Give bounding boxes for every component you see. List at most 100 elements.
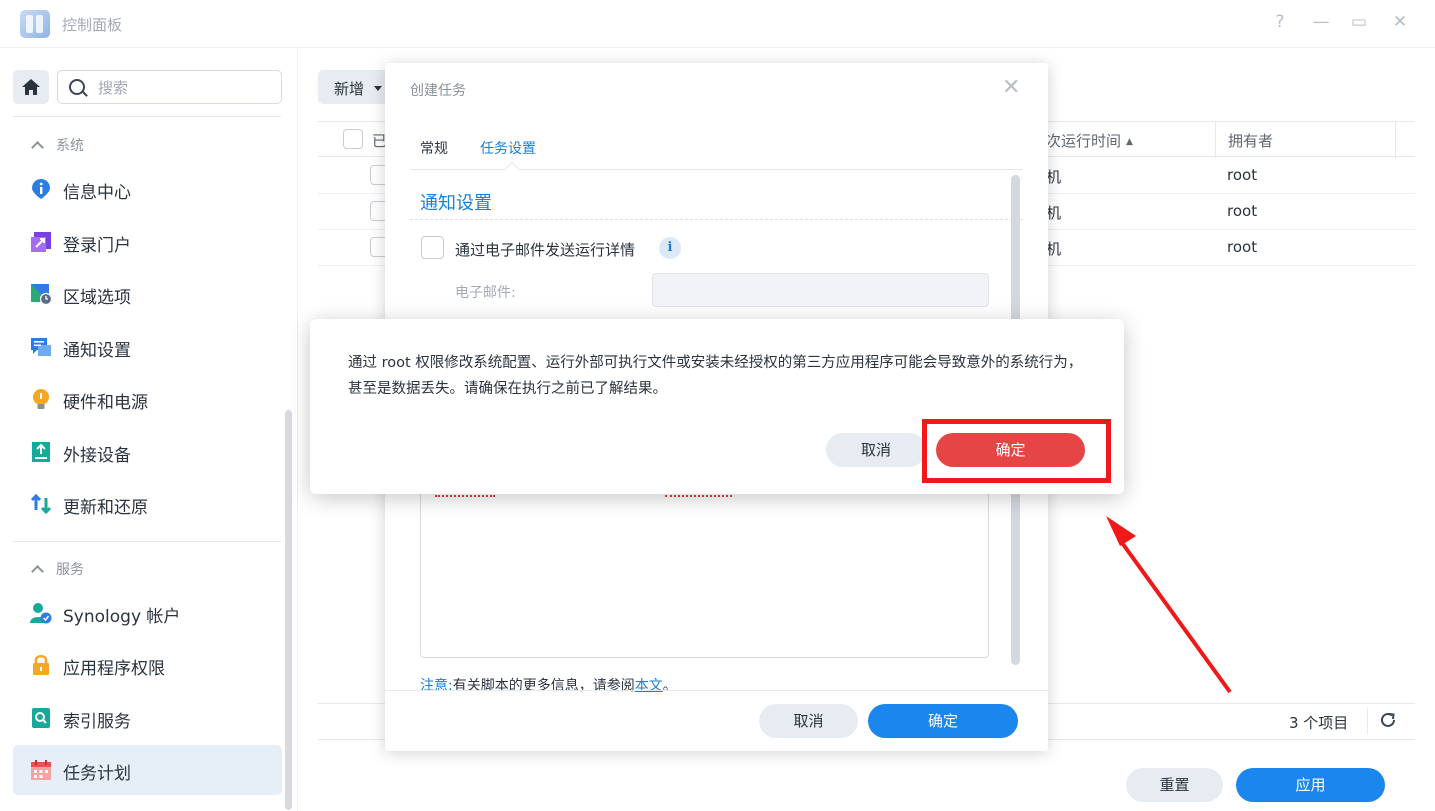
minimize-icon[interactable]: — bbox=[1310, 12, 1332, 32]
sidebar-item-label: 外接设备 bbox=[63, 446, 131, 466]
email-field[interactable] bbox=[652, 273, 989, 307]
column-owner[interactable]: 拥有者 bbox=[1228, 130, 1273, 151]
chevron-up-icon bbox=[31, 565, 44, 578]
section-title: 通知设置 bbox=[420, 193, 492, 214]
sidebar-item-label: 应用程序权限 bbox=[63, 659, 165, 679]
refresh-icon[interactable] bbox=[1379, 711, 1397, 729]
email-details-checkbox[interactable] bbox=[421, 236, 444, 259]
sidebar-item-hardware-power[interactable]: 硬件和电源 bbox=[13, 374, 282, 424]
note-prefix: 注意: bbox=[420, 678, 453, 694]
tab-underline bbox=[410, 169, 1023, 170]
info-icon[interactable]: i bbox=[659, 237, 681, 259]
external-devices-icon bbox=[32, 442, 50, 462]
column-divider bbox=[1215, 122, 1216, 158]
help-icon[interactable]: ? bbox=[1269, 12, 1291, 32]
sidebar-item-label: 通知设置 bbox=[63, 341, 131, 361]
owner-cell: root bbox=[1227, 238, 1258, 256]
next-run-cell: 机 bbox=[1046, 240, 1062, 258]
login-portal-icon bbox=[31, 232, 51, 252]
search-field[interactable] bbox=[57, 70, 282, 104]
divider bbox=[385, 690, 1048, 691]
window-titlebar: 控制面板 ? — ▭ ✕ bbox=[0, 0, 1435, 48]
hardware-power-icon bbox=[33, 389, 49, 409]
sort-asc-icon: ▲ bbox=[1126, 137, 1133, 147]
column-next-run-label: 次运行时间 bbox=[1046, 132, 1122, 150]
section-label: 服务 bbox=[56, 562, 84, 578]
chevron-up-icon bbox=[31, 141, 44, 154]
regional-options-icon bbox=[31, 284, 52, 305]
divider bbox=[13, 116, 281, 117]
app-privileges-icon bbox=[33, 655, 49, 675]
sidebar-item-label: 更新和还原 bbox=[63, 498, 148, 518]
tab-general[interactable]: 常规 bbox=[420, 138, 448, 158]
sidebar-item-app-privileges[interactable]: 应用程序权限 bbox=[13, 640, 282, 690]
update-restore-icon bbox=[30, 493, 52, 515]
script-textarea[interactable] bbox=[420, 478, 989, 658]
tab-task-settings[interactable]: 任务设置 bbox=[480, 138, 536, 158]
maximize-icon[interactable]: ▭ bbox=[1348, 12, 1370, 32]
sidebar-item-synology-account[interactable]: Synology 帐户 bbox=[13, 588, 282, 638]
sidebar-item-label: 任务计划 bbox=[63, 764, 131, 784]
section-system[interactable]: 系统 bbox=[31, 135, 84, 155]
section-services[interactable]: 服务 bbox=[31, 559, 84, 579]
cancel-button[interactable]: 取消 bbox=[759, 704, 858, 738]
indexing-service-icon bbox=[32, 708, 50, 728]
add-button[interactable]: 新增 bbox=[318, 70, 390, 104]
task-scheduler-icon bbox=[31, 760, 51, 780]
sidebar: 系统 信息中心 登录门户 区域选项 通知设置 硬件和电源 外接设备 更新和还原 … bbox=[0, 48, 298, 811]
add-button-label: 新增 bbox=[334, 80, 365, 98]
sidebar-item-indexing-service[interactable]: 索引服务 bbox=[13, 693, 282, 743]
synology-account-icon bbox=[30, 603, 52, 624]
divider bbox=[13, 541, 281, 542]
note-text: 有关脚本的更多信息，请参阅 bbox=[452, 678, 635, 694]
close-icon[interactable]: ✕ bbox=[1002, 75, 1020, 100]
sidebar-item-update-restore[interactable]: 更新和还原 bbox=[13, 479, 282, 529]
window-title: 控制面板 bbox=[62, 16, 123, 34]
reset-button[interactable]: 重置 bbox=[1126, 768, 1223, 802]
sidebar-item-external-devices[interactable]: 外接设备 bbox=[13, 427, 282, 477]
info-icon bbox=[32, 179, 50, 199]
ok-button[interactable]: 确定 bbox=[868, 704, 1018, 738]
script-note: 注意:有关脚本的更多信息，请参阅本文。 bbox=[420, 675, 677, 695]
sidebar-item-login-portal[interactable]: 登录门户 bbox=[13, 217, 282, 267]
annotation-highlight-box bbox=[922, 419, 1111, 483]
sidebar-item-task-scheduler[interactable]: 任务计划 bbox=[13, 745, 282, 795]
sidebar-item-label: 登录门户 bbox=[63, 236, 131, 256]
sidebar-item-label: 区域选项 bbox=[63, 288, 131, 308]
apply-button[interactable]: 应用 bbox=[1236, 768, 1385, 802]
owner-cell: root bbox=[1227, 202, 1258, 220]
tab-pointer bbox=[504, 161, 520, 177]
notification-icon bbox=[31, 338, 51, 356]
control-panel-icon bbox=[20, 10, 50, 38]
close-icon[interactable]: ✕ bbox=[1389, 12, 1411, 32]
sidebar-item-regional-options[interactable]: 区域选项 bbox=[13, 269, 282, 319]
search-icon bbox=[69, 79, 85, 95]
column-divider bbox=[1395, 122, 1396, 158]
next-run-cell: 机 bbox=[1046, 204, 1062, 222]
sidebar-item-info-center[interactable]: 信息中心 bbox=[13, 164, 282, 214]
warning-message: 通过 root 权限修改系统配置、运行外部可执行文件或安装未经授权的第三方应用程… bbox=[348, 355, 1083, 397]
next-run-cell: 机 bbox=[1046, 168, 1062, 186]
warning-cancel-button[interactable]: 取消 bbox=[826, 433, 926, 467]
sidebar-item-notification[interactable]: 通知设置 bbox=[13, 322, 282, 372]
home-icon bbox=[22, 79, 40, 95]
email-label: 电子邮件: bbox=[455, 285, 516, 301]
note-link[interactable]: 本文 bbox=[635, 678, 663, 694]
select-all-checkbox[interactable] bbox=[343, 129, 363, 149]
dialog-title: 创建任务 bbox=[410, 83, 466, 99]
annotation-arrow bbox=[1106, 516, 1232, 694]
sidebar-scrollbar[interactable] bbox=[285, 410, 292, 810]
caret-down-icon bbox=[374, 86, 382, 91]
search-input[interactable] bbox=[98, 77, 268, 99]
divider bbox=[410, 219, 1023, 220]
home-button[interactable] bbox=[13, 70, 49, 104]
sidebar-item-label: 硬件和电源 bbox=[63, 393, 148, 413]
email-details-label[interactable]: 通过电子邮件发送运行详情 bbox=[455, 239, 635, 260]
divider bbox=[1367, 708, 1368, 734]
sidebar-item-label: Synology 帐户 bbox=[63, 607, 181, 627]
owner-cell: root bbox=[1227, 166, 1258, 184]
sidebar-item-label: 索引服务 bbox=[63, 712, 131, 732]
item-count: 3 个项目 bbox=[1289, 714, 1349, 732]
column-next-run[interactable]: 次运行时间 ▲ bbox=[1046, 130, 1133, 151]
note-suffix: 。 bbox=[662, 678, 677, 694]
